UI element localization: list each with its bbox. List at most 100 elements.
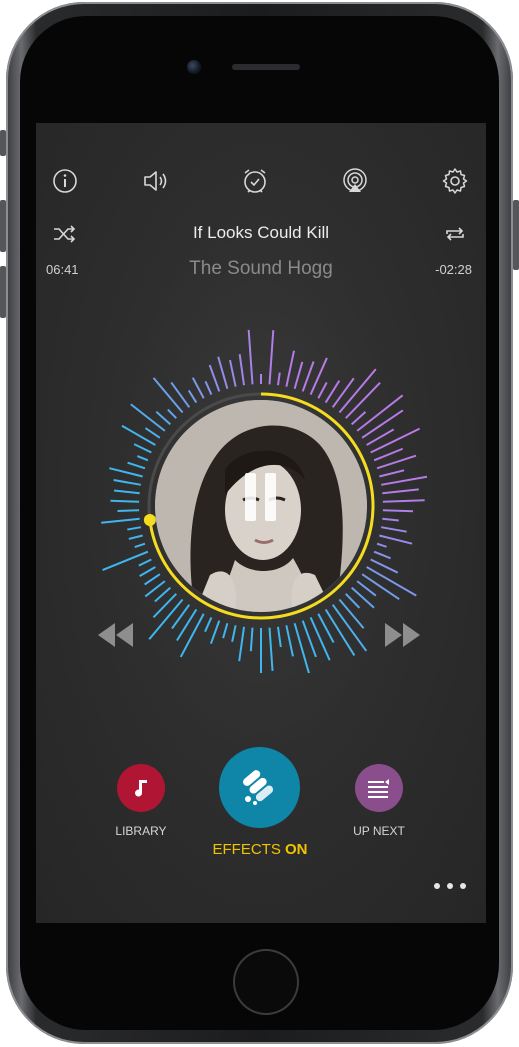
up-next-button[interactable] <box>355 764 403 812</box>
spectrum-bar <box>285 625 294 657</box>
spectrum-bar <box>247 329 254 385</box>
spectrum-bar <box>167 408 177 419</box>
spectrum-bar <box>144 573 161 586</box>
pause-icon-bar <box>265 473 276 521</box>
fast-forward-button[interactable] <box>382 619 424 651</box>
queue-list-icon <box>368 779 389 798</box>
spectrum-bar <box>138 558 152 567</box>
spectrum-bar <box>382 488 419 495</box>
spectrum-bar <box>285 350 295 387</box>
player-screen: If Looks Could Kill 06:41 The Sound Hogg… <box>36 123 486 923</box>
spectrum-bar <box>324 380 341 404</box>
spectrum-bar <box>373 447 404 462</box>
spectrum-bar <box>152 593 177 619</box>
spectrum-bar <box>249 627 254 652</box>
mute-switch <box>0 130 6 156</box>
shuffle-icon[interactable] <box>52 223 78 245</box>
volume-icon[interactable] <box>137 163 173 199</box>
spectrum-bar <box>139 566 156 577</box>
spectrum-bar <box>238 626 246 662</box>
music-note-icon <box>135 780 147 797</box>
power-button <box>513 200 519 270</box>
spectrum-bar <box>370 427 421 454</box>
spectrum-bar <box>208 364 221 392</box>
spectrum-bar <box>217 356 229 390</box>
spectrum-bar <box>293 361 304 390</box>
spectrum-bar <box>350 411 367 426</box>
airplay-icon[interactable] <box>337 163 373 199</box>
spectrum-bar <box>276 626 282 648</box>
library-button[interactable] <box>117 764 165 812</box>
top-toolbar <box>36 163 486 199</box>
earpiece-speaker <box>232 64 300 70</box>
volume-up-button <box>0 200 6 252</box>
spectrum-bar <box>301 361 315 392</box>
alarm-clock-icon[interactable] <box>237 163 273 199</box>
rewind-button[interactable] <box>94 619 136 651</box>
effects-icon <box>242 769 273 805</box>
spectrum-bar <box>187 389 198 404</box>
spectrum-bar <box>152 377 184 414</box>
home-button[interactable] <box>233 949 299 1015</box>
spectrum-bar <box>121 424 156 446</box>
remaining-time: -02:28 <box>435 262 472 277</box>
spectrum-bar <box>317 381 328 399</box>
front-camera <box>187 60 201 74</box>
track-title: If Looks Could Kill <box>192 223 330 242</box>
spectrum-bar <box>113 489 140 495</box>
spectrum-bar <box>102 550 149 571</box>
spectrum-bar <box>127 526 142 531</box>
spectrum-bar <box>382 517 399 522</box>
spectrum-bar <box>222 622 229 639</box>
spectrum-bar <box>268 627 274 672</box>
spectrum-bar <box>379 469 405 478</box>
progress-scrubber[interactable] <box>143 514 156 527</box>
spectrum-bar <box>136 455 149 462</box>
more-options-icon[interactable] <box>434 881 468 891</box>
spectrum-bar <box>238 354 246 386</box>
spectrum-bar <box>231 625 237 643</box>
spectrum-bar <box>331 377 355 408</box>
effects-label: EFFECTS <box>212 841 281 858</box>
info-icon[interactable] <box>47 163 83 199</box>
more-dot <box>434 883 440 889</box>
effects-button[interactable] <box>219 747 300 828</box>
spectrum-bar <box>127 461 146 470</box>
spectrum-bar <box>276 372 281 386</box>
spectrum-bar <box>338 598 365 629</box>
settings-gear-icon[interactable] <box>437 163 473 199</box>
spectrum-bar <box>154 586 172 603</box>
spectrum-bar <box>128 534 143 540</box>
spectrum-bar <box>204 617 213 633</box>
spectrum-bar <box>229 359 237 387</box>
spectrum-bar <box>130 403 166 432</box>
spectrum-bar <box>382 499 425 503</box>
spectrum-bar <box>179 613 205 658</box>
volume-down-button <box>0 266 6 318</box>
spectrum-bar <box>376 542 387 548</box>
pause-button[interactable] <box>241 473 281 521</box>
spectrum-bar <box>380 526 407 533</box>
spectrum-bar <box>356 580 377 597</box>
spectrum-bar <box>361 409 404 439</box>
spectrum-bar <box>379 534 413 545</box>
library-label: LIBRARY <box>115 824 167 838</box>
spectrum-bar <box>133 443 152 454</box>
elapsed-time: 06:41 <box>46 262 79 277</box>
rewind-icon <box>98 623 133 647</box>
effects-state: ON <box>285 841 308 858</box>
spectrum-bar <box>109 467 143 478</box>
spectrum-bar <box>110 499 140 503</box>
repeat-icon[interactable] <box>442 223 468 245</box>
spectrum-bar <box>117 509 140 513</box>
up-next-label: UP NEXT <box>353 824 405 838</box>
spectrum-bar <box>382 509 414 513</box>
more-dot <box>460 883 466 889</box>
spectrum-bar <box>113 479 142 486</box>
spectrum-bar <box>101 517 140 524</box>
spectrum-bar <box>268 330 275 385</box>
pause-icon <box>245 473 256 521</box>
fast-forward-icon <box>385 623 420 647</box>
spectrum-bar <box>134 542 146 548</box>
spectrum-bar <box>144 427 161 439</box>
